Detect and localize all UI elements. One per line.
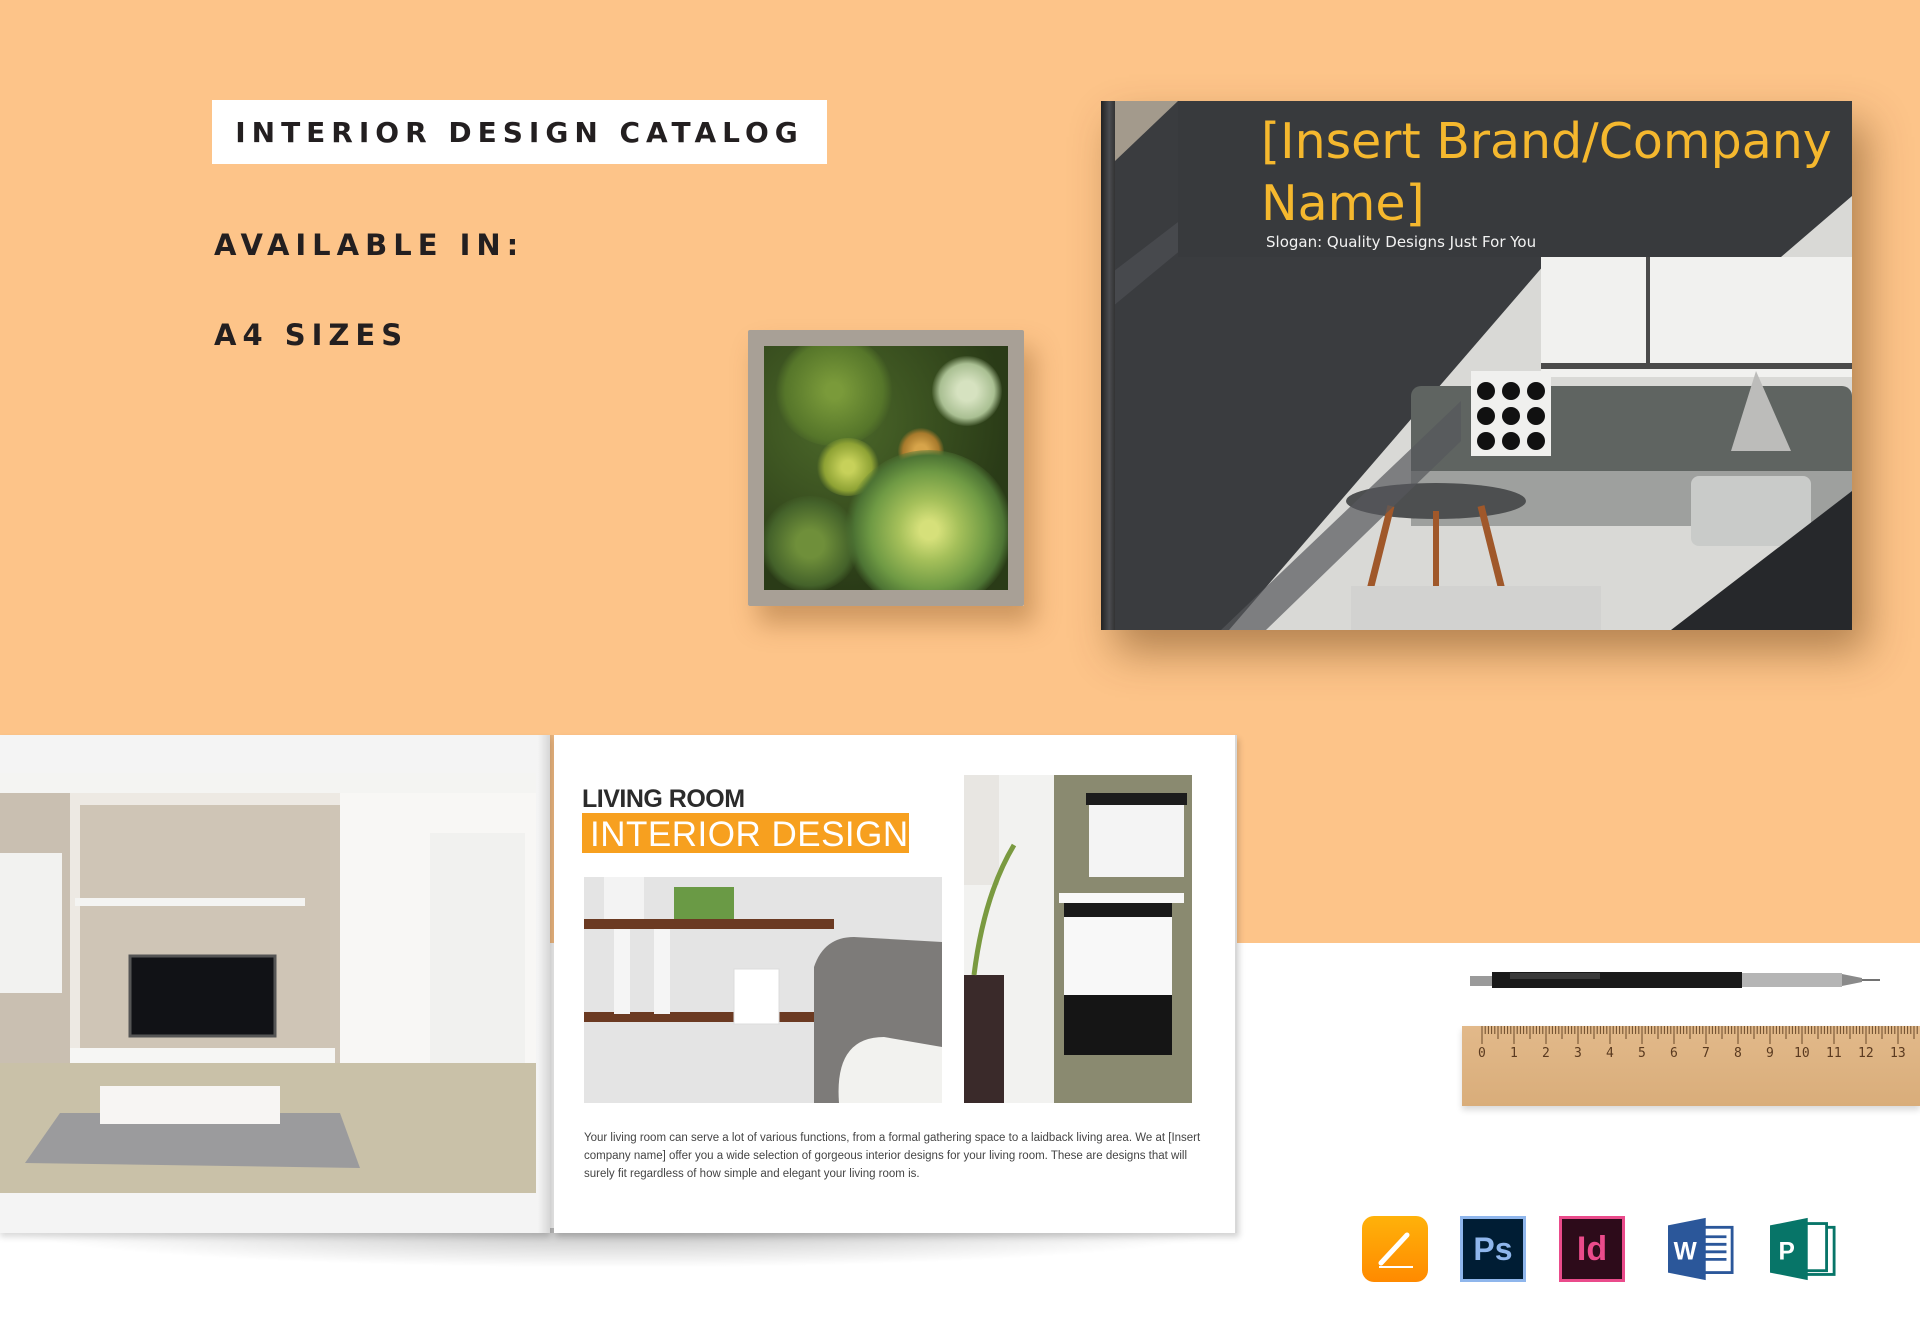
interior-design-heading: INTERIOR DESIGN xyxy=(590,815,909,854)
cover-slogan: Slogan: Quality Designs Just For You xyxy=(1266,233,1537,251)
available-in-label: AVAILABLE IN: xyxy=(214,228,525,262)
ruler-label: 2 xyxy=(1542,1046,1550,1061)
ruler-label: 10 xyxy=(1794,1046,1810,1061)
indesign-icon: Id xyxy=(1559,1216,1625,1282)
cover-brand-name: [Insert Brand/Company Name] xyxy=(1261,113,1832,232)
indesign-label: Id xyxy=(1576,1229,1608,1268)
living-room-description: Your living room can serve a lot of vari… xyxy=(584,1132,1201,1180)
catalog-title-box: INTERIOR DESIGN CATALOG xyxy=(212,100,827,164)
pencil-tip xyxy=(1842,974,1862,986)
ruler-label: 13 xyxy=(1890,1046,1906,1061)
wooden-ruler: 0 1 2 3 4 5 6 7 8 9 10 11 12 13 xyxy=(1462,1026,1920,1106)
photoshop-icon: Ps xyxy=(1460,1216,1526,1282)
word-icon: W xyxy=(1668,1216,1734,1282)
shelf-armchair-photo xyxy=(584,877,942,1103)
pen-glyph xyxy=(1378,1232,1413,1268)
ruler-label: 6 xyxy=(1670,1046,1678,1061)
ruler-label: 4 xyxy=(1606,1046,1614,1061)
publisher-glyph: P xyxy=(1770,1217,1836,1281)
pencil-cap xyxy=(1470,976,1492,986)
cover-spine xyxy=(1101,101,1115,630)
software-icons: Ps Id W P xyxy=(0,1216,1920,1286)
pale-succulent xyxy=(932,356,1002,426)
succulent-frame-image xyxy=(748,330,1024,606)
bathroom-vanity-photo xyxy=(964,775,1192,1103)
living-room-tv-photo xyxy=(0,773,536,1193)
sizes-label: A4 SIZES xyxy=(214,318,409,352)
interior-design-highlight: INTERIOR DESIGN xyxy=(582,813,909,854)
ruler-label: 12 xyxy=(1858,1046,1874,1061)
ruler-label: 9 xyxy=(1766,1046,1774,1061)
catalog-title: INTERIOR DESIGN CATALOG xyxy=(235,115,804,149)
ruler-ticks xyxy=(1481,1026,1918,1044)
ruler-label: 5 xyxy=(1638,1046,1646,1061)
ruler-label: 8 xyxy=(1734,1046,1742,1061)
pencil-clip xyxy=(1510,973,1600,979)
catalog-cover: [Insert Brand/Company Name] Slogan: Qual… xyxy=(1101,101,1852,630)
apple-pages-icon xyxy=(1362,1216,1428,1282)
word-glyph: W xyxy=(1668,1217,1734,1281)
spread-left-page xyxy=(0,735,550,1233)
mechanical-pencil xyxy=(1470,972,1880,988)
ruler-label: 1 xyxy=(1510,1046,1518,1061)
publisher-label: P xyxy=(1778,1238,1794,1265)
succulent-bed xyxy=(764,346,1008,590)
ruler-label: 11 xyxy=(1826,1046,1842,1061)
ruler-label: 0 xyxy=(1478,1046,1486,1061)
publisher-icon: P xyxy=(1770,1216,1836,1282)
word-label: W xyxy=(1674,1238,1698,1265)
photoshop-label: Ps xyxy=(1473,1230,1513,1267)
spread-right-page: LIVING ROOM INTERIOR DESIGN Your living … xyxy=(554,735,1237,1233)
ruler-label: 7 xyxy=(1702,1046,1710,1061)
ruler-labels: 0 1 2 3 4 5 6 7 8 9 10 11 12 13 xyxy=(1462,1046,1920,1066)
ruler-label: 3 xyxy=(1574,1046,1582,1061)
pencil-grip xyxy=(1742,973,1842,987)
living-room-heading: LIVING ROOM xyxy=(582,785,745,813)
